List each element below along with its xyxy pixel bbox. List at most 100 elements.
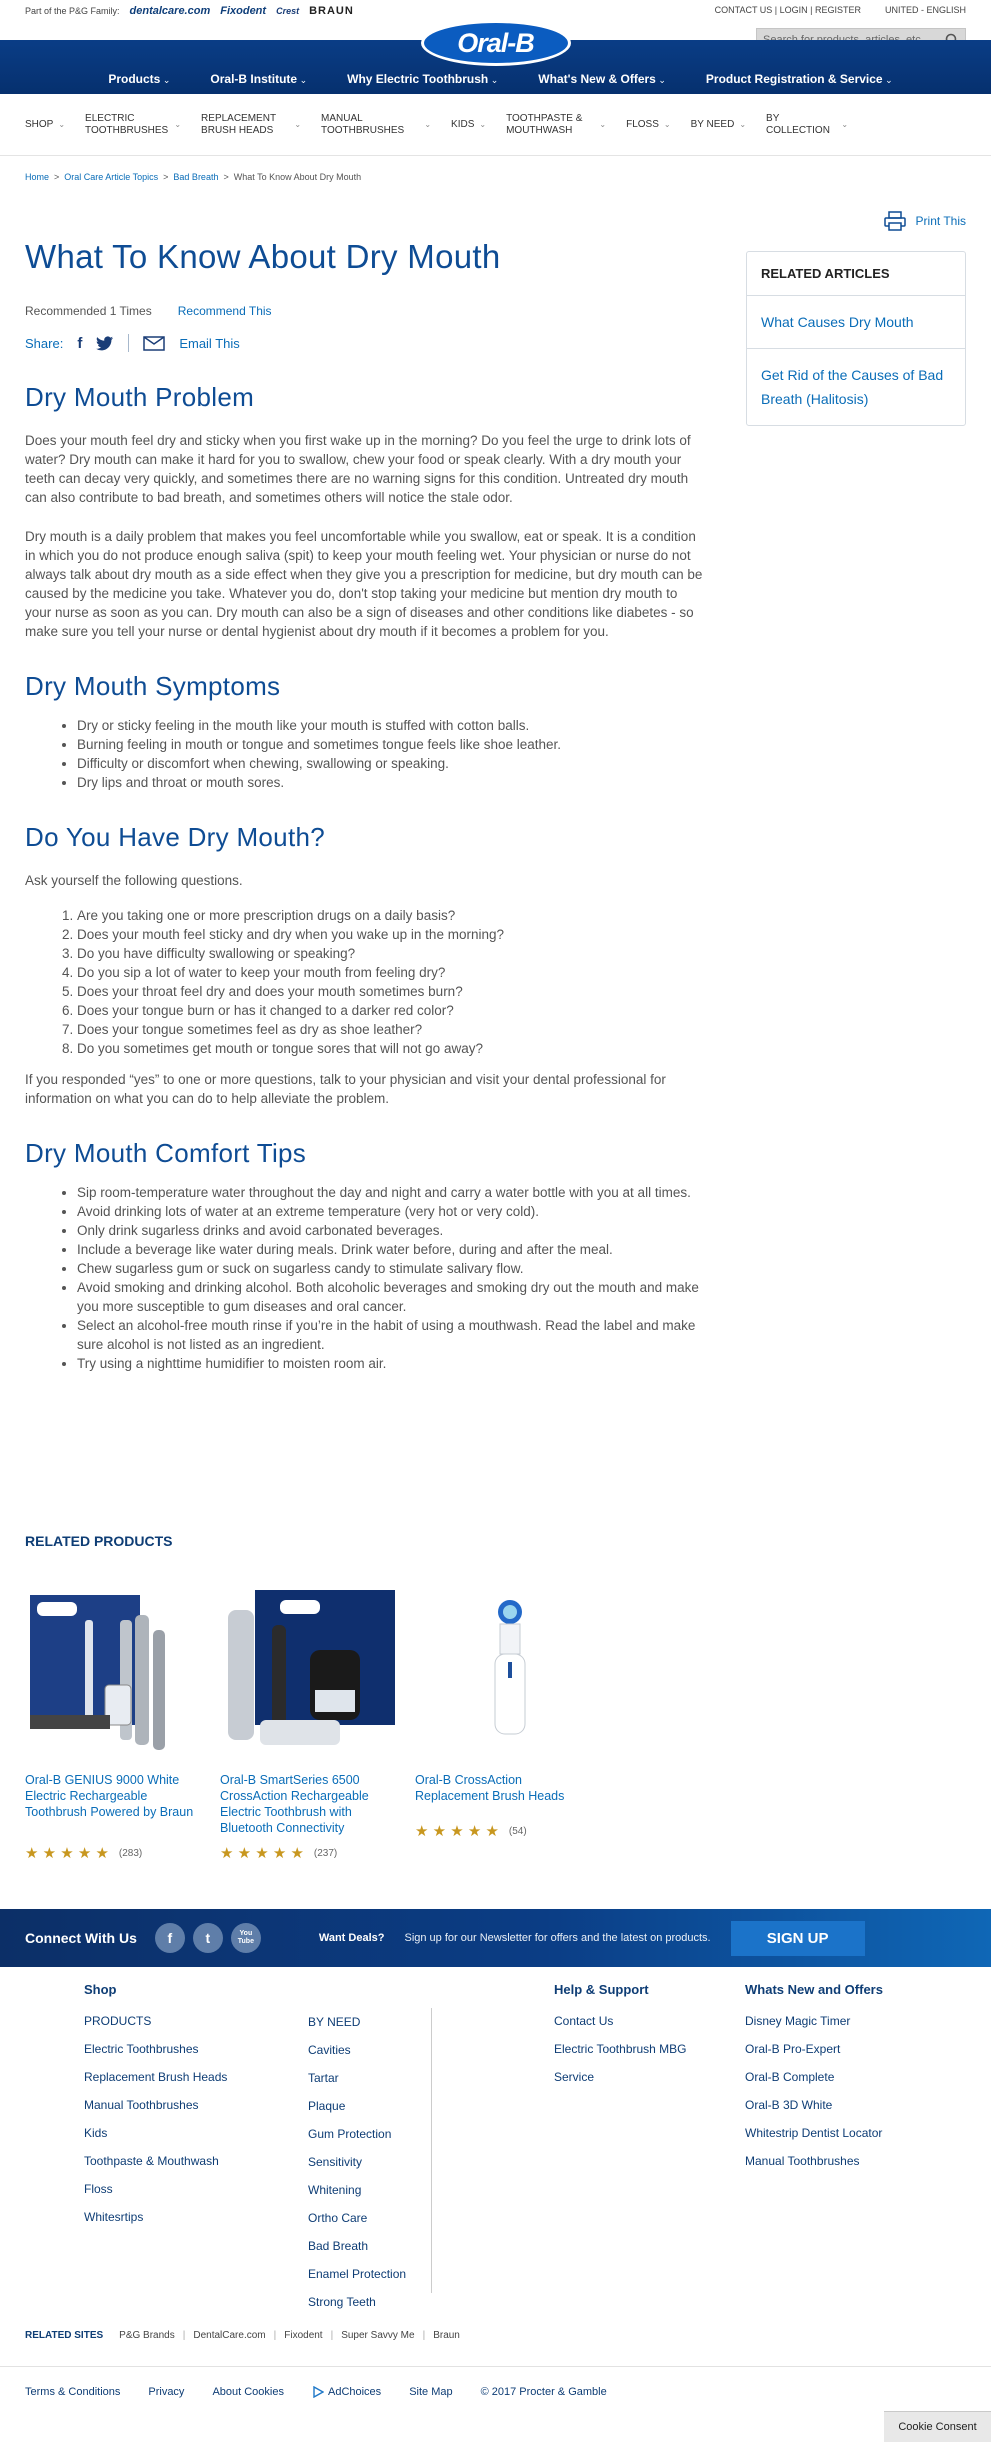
footer-link[interactable]: Cavities <box>308 2036 406 2064</box>
related-site-link[interactable]: Fixodent <box>284 2330 322 2341</box>
nav-why-electric[interactable]: Why Electric Toothbrush <box>347 72 498 86</box>
footer-link[interactable]: Oral-B Pro-Expert <box>745 2035 883 2063</box>
footer-link[interactable]: Manual Toothbrushes <box>84 2091 227 2119</box>
product-card[interactable]: Oral-B SmartSeries 6500 CrossAction Rech… <box>220 1590 395 1862</box>
footer-link[interactable]: Oral-B Complete <box>745 2063 883 2091</box>
product-name[interactable]: Oral-B SmartSeries 6500 CrossAction Rech… <box>220 1772 395 1835</box>
nav-product-registration[interactable]: Product Registration & Service <box>706 72 893 86</box>
footer-whats-new-title: Whats New and Offers <box>745 1982 883 1997</box>
footer-link[interactable]: Ortho Care <box>308 2204 406 2232</box>
cookie-consent-button[interactable]: Cookie Consent <box>884 2411 991 2442</box>
footer-link[interactable]: Disney Magic Timer <box>745 2007 883 2035</box>
footer-link[interactable]: Oral-B 3D White <box>745 2091 883 2119</box>
recommend-row: Recommended 1 Times Recommend This <box>25 304 705 318</box>
facebook-icon[interactable]: f <box>154 1923 185 1953</box>
account-links[interactable]: CONTACT US | LOGIN | REGISTER <box>715 5 861 15</box>
review-count[interactable]: (237) <box>314 1848 337 1859</box>
privacy-link[interactable]: Privacy <box>148 2386 184 2398</box>
footer-link[interactable]: Enamel Protection <box>308 2260 406 2288</box>
nav-oral-b-institute[interactable]: Oral-B Institute <box>210 72 307 86</box>
email-link[interactable]: Email This <box>179 336 239 351</box>
footer-link[interactable]: Floss <box>84 2175 227 2203</box>
nav-whats-new[interactable]: What's New & Offers <box>538 72 666 86</box>
product-card[interactable]: Oral-B GENIUS 9000 White Electric Rechar… <box>25 1590 200 1862</box>
review-count[interactable]: (283) <box>119 1848 142 1859</box>
cat-electric-toothbrushes[interactable]: ELECTRIC TOOTHBRUSHES <box>85 113 181 137</box>
cat-shop[interactable]: SHOP <box>25 119 65 131</box>
cat-by-collection[interactable]: BY COLLECTION <box>766 113 848 137</box>
footer-link[interactable]: Kids <box>84 2119 227 2147</box>
related-site-link[interactable]: Braun <box>433 2330 460 2341</box>
problem-paragraph-1: Does your mouth feel dry and sticky when… <box>25 433 691 505</box>
locale-link[interactable]: UNITED - ENGLISH <box>885 5 966 15</box>
related-article-link[interactable]: What Causes Dry Mouth <box>747 296 965 349</box>
footer-link[interactable]: Electric Toothbrushes <box>84 2035 227 2063</box>
footer-link[interactable]: Electric Toothbrush MBG <box>554 2035 687 2063</box>
main-nav-items: Products Oral-B Institute Why Electric T… <box>0 72 991 86</box>
facebook-icon[interactable]: f <box>77 335 82 352</box>
oral-b-logo[interactable]: Oral-B <box>420 20 571 66</box>
cat-toothpaste-mouthwash[interactable]: TOOTHPASTE & MOUTHWASH <box>506 113 606 137</box>
list-item: Does your tongue sometimes feel as dry a… <box>77 1020 705 1039</box>
recommend-link[interactable]: Recommend This <box>178 304 272 318</box>
sitemap-link[interactable]: Site Map <box>409 2386 452 2398</box>
product-card[interactable]: Oral-B CrossAction Replacement Brush Hea… <box>415 1590 590 1862</box>
footer-link[interactable]: Service <box>554 2063 687 2091</box>
related-site-link[interactable]: Super Savvy Me <box>341 2330 414 2341</box>
related-site-link[interactable]: DentalCare.com <box>193 2330 265 2341</box>
footer-link[interactable]: PRODUCTS <box>84 2007 227 2035</box>
adchoices-link[interactable]: AdChoices <box>312 2386 381 2398</box>
brand-fixodent[interactable]: Fixodent <box>220 5 266 17</box>
cat-replacement-brush-heads[interactable]: REPLACEMENT BRUSH HEADS <box>201 113 301 137</box>
brand-braun[interactable]: BRAUN <box>309 5 354 17</box>
crumb-topics[interactable]: Oral Care Article Topics <box>64 172 158 182</box>
footer-link[interactable]: Replacement Brush Heads <box>84 2063 227 2091</box>
footer-link[interactable]: Whitestrip Dentist Locator <box>745 2119 883 2147</box>
footer-link[interactable]: Whitening <box>308 2176 406 2204</box>
product-image[interactable] <box>25 1590 200 1760</box>
footer-link[interactable]: Whitesrtips <box>84 2203 227 2231</box>
signup-button[interactable]: SIGN UP <box>730 1920 865 1956</box>
product-image[interactable] <box>220 1590 395 1760</box>
footer-link[interactable]: BY NEED <box>308 2008 406 2036</box>
list-item: Do you have difficulty swallowing or spe… <box>77 944 705 963</box>
cat-manual-toothbrushes[interactable]: MANUAL TOOTHBRUSHES <box>321 113 431 137</box>
product-image[interactable] <box>415 1590 590 1760</box>
connect-bar: Connect With Us f t You Tube Want Deals?… <box>0 1909 991 1967</box>
cat-floss[interactable]: FLOSS <box>626 119 671 131</box>
crumb-home[interactable]: Home <box>25 172 49 182</box>
cat-by-need[interactable]: BY NEED <box>691 119 746 131</box>
cookies-link[interactable]: About Cookies <box>212 2386 284 2398</box>
page-title: What To Know About Dry Mouth <box>25 238 501 275</box>
brand-crest[interactable]: Crest <box>276 6 299 16</box>
footer-link[interactable]: Manual Toothbrushes <box>745 2147 883 2175</box>
related-article-link[interactable]: Get Rid of the Causes of Bad Breath (Hal… <box>747 349 965 425</box>
list-item: Sip room-temperature water throughout th… <box>77 1183 705 1202</box>
product-name[interactable]: Oral-B GENIUS 9000 White Electric Rechar… <box>25 1772 200 1830</box>
footer-link[interactable]: Toothpaste & Mouthwash <box>84 2147 227 2175</box>
cat-kids[interactable]: KIDS <box>451 119 486 131</box>
crumb-bad-breath[interactable]: Bad Breath <box>173 172 218 182</box>
youtube-icon[interactable]: You Tube <box>230 1923 261 1953</box>
related-site-link[interactable]: P&G Brands <box>119 2330 175 2341</box>
nav-products[interactable]: Products <box>108 72 170 86</box>
twitter-icon[interactable] <box>96 335 114 351</box>
print-button[interactable]: Print This <box>883 211 966 231</box>
terms-link[interactable]: Terms & Conditions <box>25 2386 120 2398</box>
footer-link[interactable]: Plaque <box>308 2092 406 2120</box>
list-item: Burning feeling in mouth or tongue and s… <box>77 735 705 754</box>
footer-link[interactable]: Tartar <box>308 2064 406 2092</box>
list-item: Do you sometimes get mouth or tongue sor… <box>77 1039 705 1058</box>
list-item: Avoid smoking and drinking alcohol. Both… <box>77 1278 705 1316</box>
twitter-icon[interactable]: t <box>192 1923 223 1953</box>
footer-link[interactable]: Bad Breath <box>308 2232 406 2260</box>
main-nav: Oral-B Products Oral-B Institute Why Ele… <box>0 20 991 94</box>
separator: | <box>182 2330 186 2341</box>
footer-link[interactable]: Contact Us <box>554 2007 687 2035</box>
footer-link[interactable]: Strong Teeth <box>308 2288 406 2316</box>
review-count[interactable]: (54) <box>509 1826 527 1837</box>
brand-dentalcare[interactable]: dentalcare.com <box>130 5 211 17</box>
footer-link[interactable]: Gum Protection <box>308 2120 406 2148</box>
footer-link[interactable]: Sensitivity <box>308 2148 406 2176</box>
email-icon[interactable] <box>143 335 166 351</box>
